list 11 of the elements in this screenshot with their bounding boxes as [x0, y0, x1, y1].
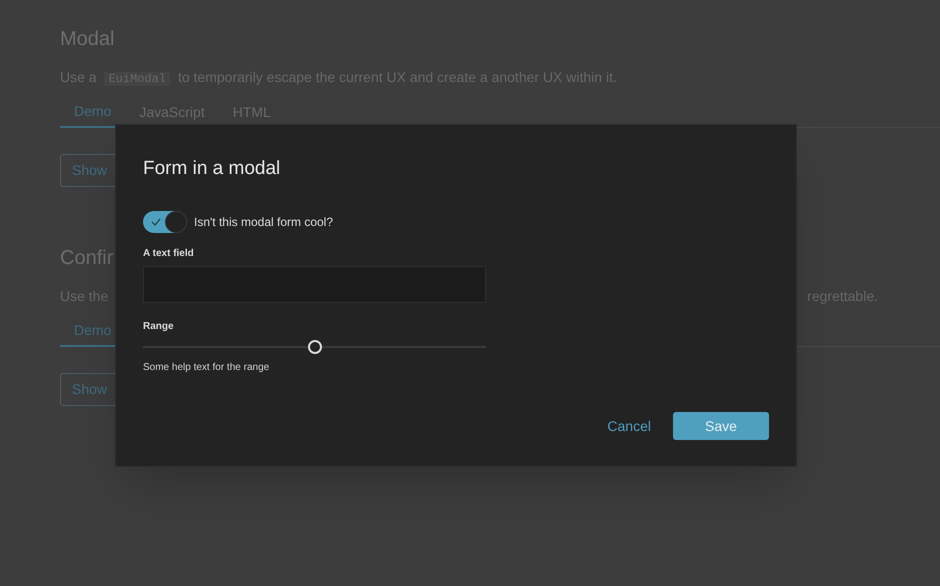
slider-thumb[interactable] — [308, 340, 322, 354]
field-label: A text field — [143, 247, 195, 261]
cancel-button[interactable]: Cancel — [605, 416, 653, 436]
field-label: Range — [143, 320, 175, 334]
switch-label: Isn't this modal form cool? — [194, 214, 334, 231]
check-icon — [151, 218, 161, 226]
save-button[interactable]: Save — [673, 412, 769, 440]
range-slider[interactable] — [143, 340, 486, 354]
help-text: Some help text for the range — [143, 361, 270, 375]
toggle-switch[interactable] — [143, 211, 187, 233]
modal-title: Form in a modal — [143, 157, 282, 181]
